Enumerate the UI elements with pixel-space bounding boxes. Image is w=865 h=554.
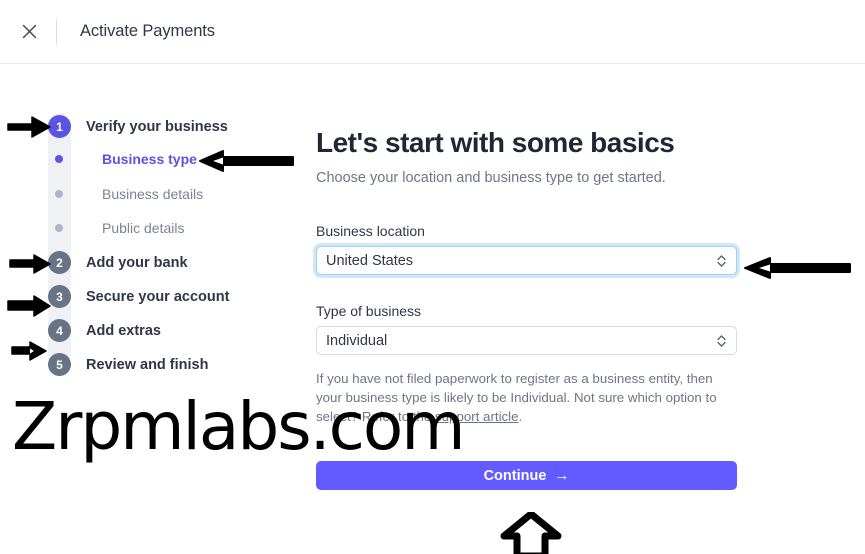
continue-button[interactable]: Continue →: [316, 461, 737, 490]
sidebar-item-add-extras[interactable]: Add extras: [86, 323, 161, 339]
step-circle-1[interactable]: 1: [48, 115, 71, 138]
sidebar-item-add-your-bank[interactable]: Add your bank: [86, 255, 188, 271]
step-circle-2[interactable]: 2: [48, 251, 71, 274]
sidebar-item-review-and-finish[interactable]: Review and finish: [86, 357, 208, 373]
sidebar-item-business-type[interactable]: Business type: [102, 151, 197, 167]
business-location-select[interactable]: United States: [316, 246, 737, 275]
sidebar-item-verify-your-business[interactable]: Verify your business: [86, 119, 228, 135]
business-location-label: Business location: [316, 223, 425, 239]
page-title-header: Activate Payments: [80, 22, 215, 40]
type-of-business-label: Type of business: [316, 303, 422, 319]
business-type-helper-text: If you have not filed paperwork to regis…: [316, 369, 740, 426]
sidebar-item-business-details[interactable]: Business details: [102, 186, 203, 202]
substep-dot-public-details[interactable]: [55, 224, 63, 232]
arrow-right-icon: →: [554, 467, 570, 484]
main-content: Let's start with some basics Choose your…: [316, 64, 756, 490]
type-of-business-select[interactable]: Individual: [316, 326, 737, 355]
annotation-arrow-continue-button: [500, 512, 562, 554]
step-circle-4[interactable]: 4: [48, 319, 71, 342]
business-location-value: United States: [326, 252, 414, 269]
support-article-link[interactable]: support article: [435, 409, 519, 424]
progress-stepper: 1 Verify your business Business type Bus…: [0, 64, 300, 554]
page-header: Activate Payments: [0, 0, 865, 64]
substep-dot-business-type[interactable]: [55, 155, 63, 163]
type-of-business-group: Type of business Individual: [316, 303, 756, 355]
stepper-chevron-icon: [716, 253, 727, 268]
sidebar-item-secure-your-account[interactable]: Secure your account: [86, 289, 229, 305]
step-circle-5[interactable]: 5: [48, 353, 71, 376]
page-heading: Let's start with some basics: [316, 127, 675, 158]
type-of-business-value: Individual: [326, 332, 388, 349]
close-icon[interactable]: [14, 17, 44, 47]
helper-text-after: .: [518, 409, 523, 424]
page-subheading: Choose your location and business type t…: [316, 170, 666, 186]
step-circle-3[interactable]: 3: [48, 285, 71, 308]
annotation-arrow-business-location: [744, 257, 851, 279]
business-location-group: Business location United States: [316, 223, 756, 275]
stepper-chevron-icon: [716, 333, 727, 348]
sidebar-item-public-details[interactable]: Public details: [102, 220, 185, 236]
header-divider: [56, 18, 57, 45]
activate-payments-page: Activate Payments 1 Verify your business…: [0, 0, 865, 554]
continue-button-label: Continue: [483, 467, 547, 484]
substep-dot-business-details[interactable]: [55, 190, 63, 198]
